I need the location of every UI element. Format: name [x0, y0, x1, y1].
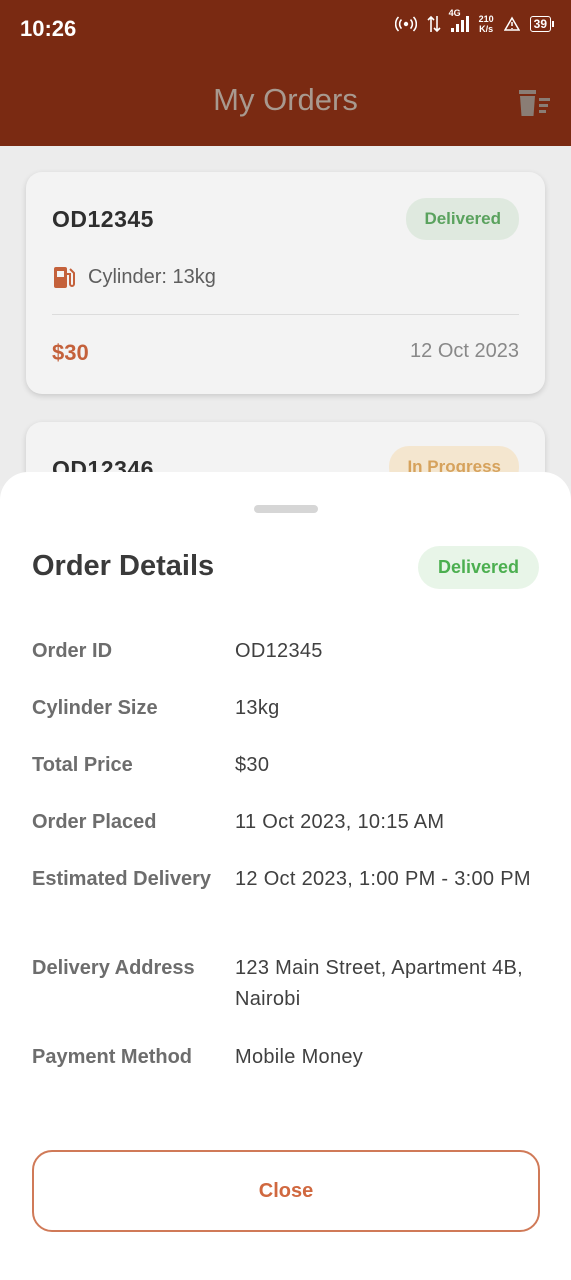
detail-value: OD12345	[235, 640, 323, 662]
detail-row-payment-method: Payment Method Mobile Money	[32, 1042, 542, 1073]
status-bar: 10:26 4G 210 K/s 39	[0, 0, 571, 58]
order-id: OD12345	[52, 206, 154, 232]
detail-row-order-placed: Order Placed 11 Oct 2023, 10:15 AM	[32, 807, 542, 838]
hotspot-icon	[394, 16, 417, 32]
status-badge: Delivered	[417, 546, 539, 589]
detail-value: $30	[235, 754, 270, 776]
warning-icon	[503, 16, 520, 31]
detail-label: Order Placed	[32, 811, 157, 833]
status-time: 10:26	[20, 16, 77, 41]
detail-row-estimated-delivery: Estimated Delivery 12 Oct 2023, 1:00 PM …	[32, 864, 542, 895]
detail-label: Payment Method	[32, 1046, 193, 1068]
detail-row-order-id: Order ID OD12345	[32, 636, 542, 667]
order-price: $30	[52, 340, 89, 365]
divider	[52, 314, 519, 315]
detail-value: 13kg	[235, 697, 280, 719]
detail-label: Total Price	[32, 754, 133, 776]
detail-label: Delivery Address	[32, 957, 195, 979]
status-icons: 4G 210 K/s 39	[394, 8, 555, 34]
network-type: 4G	[448, 8, 461, 18]
order-details-sheet: Order Details Delivered Order ID OD12345…	[0, 472, 571, 1280]
detail-value: 11 Oct 2023, 10:15 AM	[235, 811, 445, 833]
sheet-title: Order Details	[32, 550, 215, 582]
detail-label: Order ID	[32, 640, 113, 662]
signal-icon	[450, 16, 469, 32]
page-title: My Orders	[213, 82, 358, 117]
detail-label: Cylinder Size	[32, 697, 158, 719]
order-card[interactable]: OD12345 Delivered Cylinder: 13kg $30 12 …	[26, 172, 545, 394]
net-speed: 210 K/s	[478, 14, 494, 34]
detail-value: 12 Oct 2023, 1:00 PM - 3:00 PM	[235, 868, 531, 890]
close-button[interactable]: Close	[32, 1150, 540, 1232]
detail-value: 123 Main Street, Apartment 4B, Nairobi	[235, 957, 524, 1010]
orders-list: OD12345 Delivered Cylinder: 13kg $30 12 …	[0, 146, 571, 542]
cylinder-label: Cylinder: 13kg	[88, 265, 216, 288]
clear-orders-button[interactable]	[517, 88, 551, 118]
detail-row-delivery-address: Delivery Address 123 Main Street, Apartm…	[32, 953, 542, 1015]
detail-value: Mobile Money	[235, 1046, 364, 1068]
detail-row-total-price: Total Price $30	[32, 750, 542, 781]
gas-station-icon	[54, 267, 75, 288]
status-badge: Delivered	[406, 198, 519, 240]
data-transfer-icon	[427, 15, 441, 33]
delete-sweep-icon	[519, 90, 550, 116]
detail-row-cylinder-size: Cylinder Size 13kg	[32, 693, 542, 724]
battery-icon: 39	[529, 16, 555, 32]
drag-handle[interactable]	[254, 505, 318, 513]
detail-label: Estimated Delivery	[32, 868, 211, 890]
app-bar: My Orders	[0, 58, 571, 146]
cylinder-info: Cylinder: 13kg	[52, 264, 216, 290]
order-date: 12 Oct 2023	[410, 340, 519, 362]
